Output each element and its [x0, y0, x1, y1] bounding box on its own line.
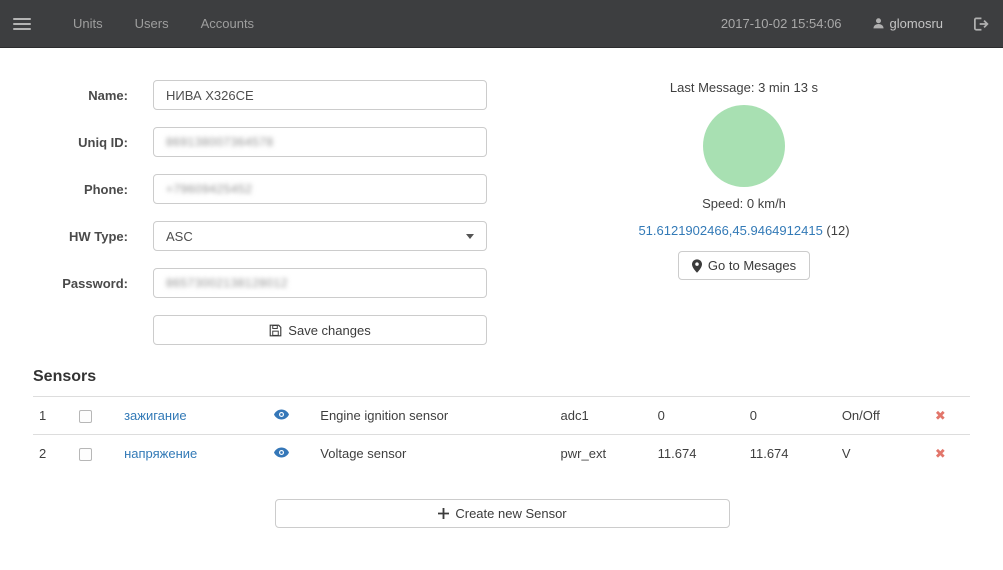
- current-datetime: 2017-10-02 15:54:06: [721, 16, 842, 31]
- phone-input[interactable]: +79609425452: [153, 174, 487, 204]
- speed-text: Speed: 0 km/h: [594, 196, 894, 211]
- save-changes-label: Save changes: [288, 323, 370, 338]
- username: glomosru: [890, 16, 943, 31]
- sensor-index: 2: [33, 435, 73, 473]
- sensor-name-link[interactable]: зажигание: [124, 408, 187, 423]
- coordinates-row: 51.6121902466,45.9464912415 (12): [594, 223, 894, 238]
- uniq-id-input[interactable]: 869138007364578: [153, 127, 487, 157]
- sensor-checkbox[interactable]: [79, 410, 92, 423]
- navbar-right: 2017-10-02 15:54:06 glomosru: [721, 16, 989, 31]
- logout-button[interactable]: [973, 17, 989, 31]
- sensor-row: 2 напряжение Voltage sensor pwr_ext 11.6…: [33, 435, 970, 473]
- sensor-value-2: 11.674: [744, 435, 836, 473]
- password-input[interactable]: 86573002138128012: [153, 268, 487, 298]
- hw-type-select[interactable]: ASC: [153, 221, 487, 251]
- uniq-id-label: Uniq ID:: [0, 135, 128, 150]
- create-new-sensor-button[interactable]: Create new Sensor: [275, 499, 730, 528]
- sensor-units: On/Off: [836, 397, 929, 435]
- sensor-units: V: [836, 435, 929, 473]
- main-nav: Units Users Accounts: [57, 0, 270, 48]
- sensors-section: Sensors 1 зажигание Engine ignition sens…: [0, 368, 1003, 473]
- save-icon: [269, 324, 282, 337]
- sensor-name-link[interactable]: напряжение: [124, 446, 197, 461]
- coordinates-link[interactable]: 51.6121902466,45.9464912415: [638, 223, 822, 238]
- sensor-param: pwr_ext: [555, 435, 652, 473]
- user-icon: [872, 17, 885, 30]
- menu-icon[interactable]: [13, 15, 31, 33]
- sensor-description: Voltage sensor: [314, 435, 554, 473]
- phone-masked-value: +79609425452: [166, 182, 252, 196]
- nav-item-accounts[interactable]: Accounts: [185, 0, 270, 48]
- password-label: Password:: [0, 276, 128, 291]
- go-to-messages-button[interactable]: Go to Mesages: [678, 251, 810, 280]
- uniq-id-masked-value: 869138007364578: [166, 135, 274, 149]
- sensor-description: Engine ignition sensor: [314, 397, 554, 435]
- unit-edit-form: Name: Uniq ID: 869138007364578 Phone: +7…: [0, 80, 500, 345]
- sensor-value: 11.674: [652, 435, 744, 473]
- hw-type-selected-value: ASC: [166, 229, 193, 244]
- nav-item-units[interactable]: Units: [57, 0, 119, 48]
- phone-label: Phone:: [0, 182, 128, 197]
- go-to-messages-label: Go to Mesages: [708, 258, 796, 273]
- sensor-value: 0: [652, 397, 744, 435]
- name-label: Name:: [0, 88, 128, 103]
- sensor-checkbox[interactable]: [79, 448, 92, 461]
- sign-out-icon: [973, 17, 989, 31]
- save-changes-button[interactable]: Save changes: [153, 315, 487, 345]
- messages-count: (12): [826, 223, 849, 238]
- sensors-title: Sensors: [33, 368, 970, 386]
- nav-item-users[interactable]: Users: [119, 0, 185, 48]
- user-menu[interactable]: glomosru: [872, 16, 943, 31]
- visibility-eye-icon[interactable]: [274, 447, 289, 458]
- sensor-param: adc1: [555, 397, 652, 435]
- password-masked-value: 86573002138128012: [166, 276, 288, 290]
- sensor-value-2: 0: [744, 397, 836, 435]
- create-new-sensor-label: Create new Sensor: [455, 506, 566, 521]
- chevron-down-icon: [466, 234, 474, 239]
- delete-sensor-icon[interactable]: ✖: [935, 409, 946, 424]
- status-indicator-circle: [703, 105, 785, 187]
- hw-type-label: HW Type:: [0, 229, 128, 244]
- visibility-eye-icon[interactable]: [274, 409, 289, 420]
- unit-status-panel: Last Message: 3 min 13 s Speed: 0 km/h 5…: [594, 80, 894, 280]
- sensor-index: 1: [33, 397, 73, 435]
- sensor-row: 1 зажигание Engine ignition sensor adc1 …: [33, 397, 970, 435]
- name-input[interactable]: [153, 80, 487, 110]
- top-navbar: Units Users Accounts 2017-10-02 15:54:06…: [0, 0, 1003, 48]
- delete-sensor-icon[interactable]: ✖: [935, 447, 946, 462]
- map-marker-icon: [692, 259, 702, 273]
- plus-icon: [438, 508, 449, 519]
- sensors-table: 1 зажигание Engine ignition sensor adc1 …: [33, 396, 970, 473]
- last-message-text: Last Message: 3 min 13 s: [594, 80, 894, 95]
